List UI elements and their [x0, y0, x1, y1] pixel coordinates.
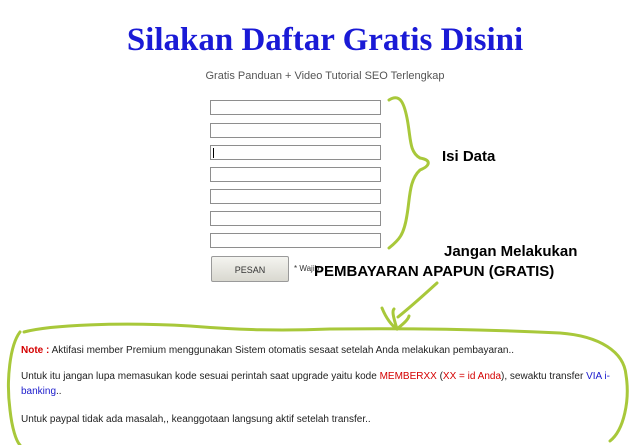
brace-scribble: [387, 96, 430, 250]
note-text: Aktifasi member Premium menggunakan Sist…: [49, 345, 515, 356]
note-paragraph-3: Untuk paypal tidak ada masalah,, keanggo…: [21, 414, 371, 425]
member-code: MEMBERXX: [379, 371, 437, 382]
note-paragraph-1: Note : Aktifasi member Premium menggunak…: [21, 343, 514, 358]
note-paragraph-2: Untuk itu jangan lupa memasukan kode ses…: [21, 369, 621, 399]
note-p2-end: ..: [56, 386, 62, 397]
arrow-line-scribble: [396, 281, 439, 319]
id-hint: XX = id Anda: [442, 371, 502, 382]
isi-data-annotation: Isi Data: [442, 148, 496, 165]
note-p2-text: Untuk itu jangan lupa memasukan kode ses…: [21, 371, 380, 382]
jangan-annotation-line2: PEMBAYARAN APAPUN (GRATIS): [314, 263, 555, 280]
jangan-annotation-line1: Jangan Melakukan: [444, 243, 578, 260]
note-label: Note :: [21, 345, 50, 356]
note-p2-after: ), sewaktu transfer: [501, 371, 587, 382]
